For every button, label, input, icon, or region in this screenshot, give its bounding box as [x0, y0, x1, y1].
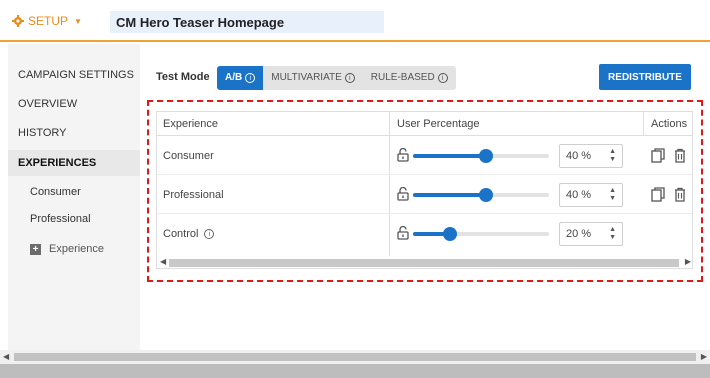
add-experience-button[interactable]: + Experience — [8, 238, 140, 260]
column-header-experience: Experience — [163, 118, 219, 130]
sidebar-item-overview[interactable]: OVERVIEW — [8, 93, 140, 115]
percentage-value: 20 % — [566, 228, 592, 240]
experience-name: Control i — [163, 228, 215, 240]
experience-name: Consumer — [163, 150, 214, 162]
percentage-slider[interactable] — [413, 227, 549, 241]
unlock-icon[interactable] — [397, 226, 409, 240]
scroll-right-icon[interactable]: ▶ — [685, 257, 691, 266]
experience-name-text: Professional — [163, 189, 224, 201]
gear-icon — [12, 15, 24, 27]
percentage-value: 40 % — [566, 150, 592, 162]
percentage-value: 40 % — [566, 189, 592, 201]
caret-down-icon: ▼ — [74, 16, 82, 26]
bottom-strip — [0, 364, 710, 378]
table-row: Consumer 40 % ▲ ▼ — [157, 137, 692, 175]
page-horizontal-scrollbar[interactable]: ◀ ▶ — [0, 350, 710, 364]
slider-fill — [413, 193, 486, 197]
main-panel: Test Mode A/B i MULTIVARIATE i RULE-BASE… — [140, 44, 710, 350]
campaign-title-input[interactable] — [110, 11, 384, 33]
scroll-left-icon[interactable]: ◀ — [160, 257, 166, 266]
info-icon[interactable]: i — [437, 73, 448, 83]
sidebar-item-label: HISTORY — [18, 127, 67, 139]
experience-name-text: Consumer — [163, 150, 214, 162]
sidebar: CAMPAIGN SETTINGS OVERVIEW HISTORY EXPER… — [8, 44, 140, 350]
stepper-arrows-icon[interactable]: ▲ ▼ — [609, 226, 616, 242]
column-divider — [643, 112, 644, 136]
copy-icon[interactable] — [651, 148, 665, 163]
slider-fill — [413, 154, 486, 158]
sidebar-item-label: EXPERIENCES — [18, 157, 97, 169]
sidebar-item-consumer[interactable]: Consumer — [8, 181, 140, 203]
test-mode-multivariate-label: MULTIVARIATE — [271, 72, 342, 83]
test-mode-selector: A/B i MULTIVARIATE i RULE-BASED i — [217, 66, 456, 90]
trash-icon[interactable] — [673, 187, 687, 202]
plus-icon: + — [30, 243, 41, 255]
experience-name: Professional — [163, 189, 224, 201]
test-mode-ab-label: A/B — [225, 72, 243, 83]
scrollbar-thumb[interactable] — [169, 259, 679, 267]
sidebar-item-professional[interactable]: Professional — [8, 208, 140, 230]
experiences-table: Experience User Percentage Actions Consu… — [156, 111, 693, 269]
info-icon[interactable]: i — [204, 229, 215, 239]
slider-thumb[interactable] — [479, 149, 493, 163]
redistribute-button[interactable]: REDISTRIBUTE — [599, 64, 691, 90]
copy-icon[interactable] — [651, 187, 665, 202]
sidebar-item-label: OVERVIEW — [18, 98, 78, 110]
info-icon[interactable]: i — [344, 73, 355, 83]
scrollbar-thumb[interactable] — [14, 353, 696, 361]
column-header-user-percentage: User Percentage — [397, 118, 480, 130]
top-bar: SETUP ▼ — [0, 0, 710, 42]
sidebar-item-campaign-settings[interactable]: CAMPAIGN SETTINGS — [8, 64, 140, 86]
sidebar-item-label: Consumer — [30, 186, 81, 198]
percentage-stepper[interactable]: 40 % ▲ ▼ — [559, 144, 623, 168]
slider-thumb[interactable] — [479, 188, 493, 202]
setup-menu[interactable]: SETUP ▼ — [12, 14, 82, 28]
experience-name-text: Control — [163, 228, 199, 240]
sidebar-item-label: Professional — [30, 213, 91, 225]
unlock-icon[interactable] — [397, 187, 409, 201]
test-mode-multivariate[interactable]: MULTIVARIATE i — [263, 66, 363, 90]
table-row: Control i 20 % ▲ ▼ — [157, 215, 692, 253]
test-mode-ab[interactable]: A/B i — [217, 66, 264, 90]
table-row: Professional 40 % ▲ ▼ — [157, 176, 692, 214]
sidebar-item-history[interactable]: HISTORY — [8, 122, 140, 144]
trash-icon[interactable] — [673, 148, 687, 163]
percentage-stepper[interactable]: 20 % ▲ ▼ — [559, 222, 623, 246]
stepper-arrows-icon[interactable]: ▲ ▼ — [609, 187, 616, 203]
stepper-arrows-icon[interactable]: ▲ ▼ — [609, 148, 616, 164]
info-icon[interactable]: i — [245, 73, 256, 83]
sidebar-item-experiences[interactable]: EXPERIENCES — [8, 150, 140, 176]
scroll-right-icon[interactable]: ▶ — [701, 352, 707, 361]
add-experience-label: Experience — [49, 243, 105, 255]
percentage-slider[interactable] — [413, 149, 549, 163]
test-mode-rule-based-label: RULE-BASED — [370, 72, 435, 83]
slider-thumb[interactable] — [443, 227, 457, 241]
test-mode-rule-based[interactable]: RULE-BASED i — [363, 66, 456, 90]
sidebar-item-label: CAMPAIGN SETTINGS — [18, 69, 134, 81]
unlock-icon[interactable] — [397, 148, 409, 162]
column-header-actions: Actions — [651, 118, 688, 130]
setup-label: SETUP — [28, 14, 69, 28]
scroll-left-icon[interactable]: ◀ — [3, 352, 9, 361]
test-mode-label: Test Mode — [156, 71, 210, 83]
percentage-slider[interactable] — [413, 188, 549, 202]
table-header: Experience User Percentage Actions — [157, 112, 692, 136]
percentage-stepper[interactable]: 40 % ▲ ▼ — [559, 183, 623, 207]
table-horizontal-scrollbar[interactable]: ◀ ▶ — [157, 256, 692, 268]
